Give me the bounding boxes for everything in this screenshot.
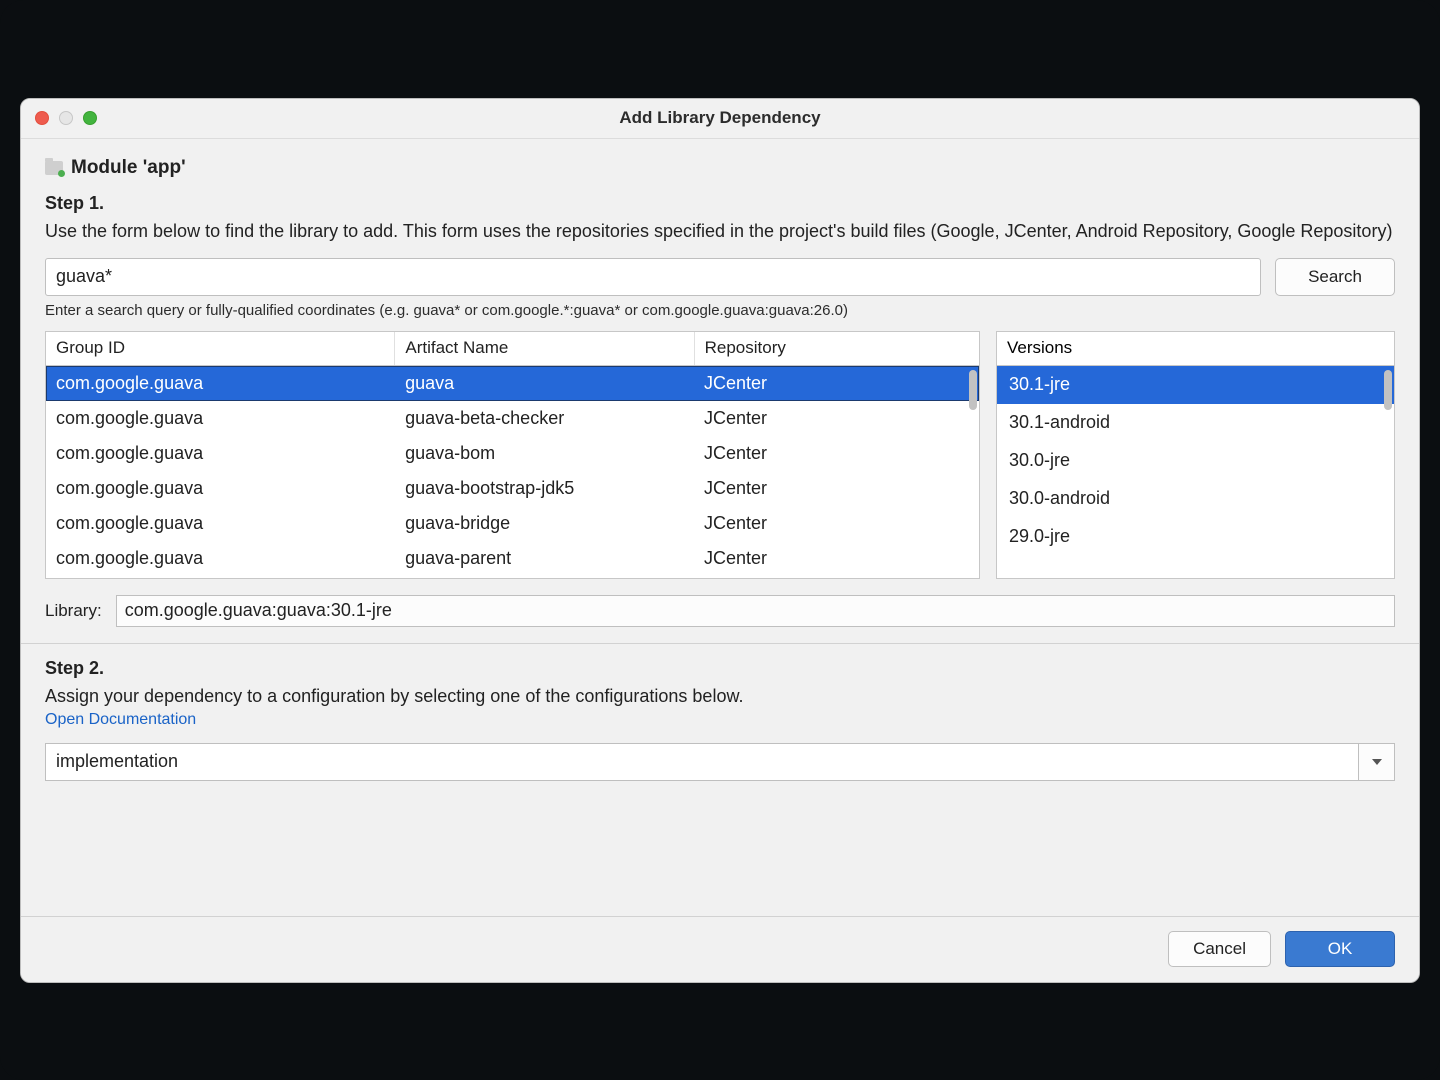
table-row[interactable]: com.google.guavaguava-bomJCenter <box>46 436 979 471</box>
library-input[interactable] <box>116 595 1395 627</box>
cell-repo: JCenter <box>694 436 979 471</box>
versions-scrollbar-thumb[interactable] <box>1384 370 1392 410</box>
cell-group: com.google.guava <box>46 401 395 436</box>
cell-group: com.google.guava <box>46 366 395 401</box>
step1-heading: Step 1. <box>45 193 1395 214</box>
library-row: Library: <box>45 595 1395 627</box>
version-row[interactable]: 30.0-jre <box>997 442 1394 480</box>
step2-description: Assign your dependency to a configuratio… <box>45 683 1395 709</box>
add-library-dialog: Add Library Dependency Module 'app' Step… <box>20 98 1420 983</box>
configuration-select[interactable]: implementation <box>45 743 1359 781</box>
library-label: Library: <box>45 601 102 621</box>
configuration-dropdown-button[interactable] <box>1359 743 1395 781</box>
search-input[interactable] <box>45 258 1261 296</box>
cell-repo: JCenter <box>694 471 979 506</box>
cell-artifact: guava-parent <box>395 541 694 576</box>
cell-artifact: guava-bridge <box>395 506 694 541</box>
col-group-id[interactable]: Group ID <box>46 332 395 365</box>
ok-button[interactable]: OK <box>1285 931 1395 967</box>
configuration-row: implementation <box>45 743 1395 781</box>
app-frame: Add Library Dependency Module 'app' Step… <box>0 0 1440 1080</box>
module-label: Module 'app' <box>71 157 186 179</box>
version-row[interactable]: 30.1-jre <box>997 366 1394 404</box>
results-scrollbar-thumb[interactable] <box>969 370 977 410</box>
version-row[interactable]: 30.1-android <box>997 404 1394 442</box>
version-row[interactable]: 29.0-jre <box>997 518 1394 556</box>
table-row[interactable]: com.google.guavaguava-parentJCenter <box>46 541 979 576</box>
results-header: Group ID Artifact Name Repository <box>46 332 979 366</box>
version-row[interactable]: 30.0-android <box>997 480 1394 518</box>
versions-table: Versions 30.1-jre30.1-android30.0-jre30.… <box>996 331 1395 579</box>
table-row[interactable]: com.google.guavaguavaJCenter <box>46 366 979 401</box>
module-header: Module 'app' <box>45 157 1395 179</box>
cell-artifact: guava-beta-checker <box>395 401 694 436</box>
table-row[interactable]: com.google.guavaguava-bootstrap-jdk5JCen… <box>46 471 979 506</box>
cell-group: com.google.guava <box>46 506 395 541</box>
search-row: Search <box>45 258 1395 296</box>
col-repository[interactable]: Repository <box>695 332 979 365</box>
cell-repo: JCenter <box>694 401 979 436</box>
cell-artifact: guava-bootstrap-jdk5 <box>395 471 694 506</box>
col-versions[interactable]: Versions <box>997 332 1394 366</box>
dialog-footer: Cancel OK <box>21 916 1419 982</box>
cancel-button[interactable]: Cancel <box>1168 931 1271 967</box>
search-button[interactable]: Search <box>1275 258 1395 296</box>
cell-repo: JCenter <box>694 506 979 541</box>
results-body: com.google.guavaguavaJCentercom.google.g… <box>46 366 979 578</box>
cell-group: com.google.guava <box>46 471 395 506</box>
step1-description: Use the form below to find the library t… <box>45 218 1395 244</box>
zoom-icon[interactable] <box>83 111 97 125</box>
cell-artifact: guava <box>395 366 694 401</box>
chevron-down-icon <box>1372 759 1382 765</box>
results-area: Group ID Artifact Name Repository com.go… <box>45 331 1395 579</box>
cell-repo: JCenter <box>694 541 979 576</box>
search-hint: Enter a search query or fully-qualified … <box>45 302 1395 319</box>
titlebar: Add Library Dependency <box>21 99 1419 139</box>
module-folder-icon <box>45 161 63 175</box>
close-icon[interactable] <box>35 111 49 125</box>
dialog-content: Module 'app' Step 1. Use the form below … <box>21 139 1419 916</box>
open-documentation-link[interactable]: Open Documentation <box>45 711 1395 729</box>
results-table: Group ID Artifact Name Repository com.go… <box>45 331 980 579</box>
table-row[interactable]: com.google.guavaguava-beta-checkerJCente… <box>46 401 979 436</box>
table-row[interactable]: com.google.guavaguava-bridgeJCenter <box>46 506 979 541</box>
window-controls <box>35 111 97 125</box>
window-title: Add Library Dependency <box>21 108 1419 128</box>
cell-artifact: guava-bom <box>395 436 694 471</box>
col-artifact-name[interactable]: Artifact Name <box>395 332 694 365</box>
step2-heading: Step 2. <box>45 658 1395 679</box>
cell-group: com.google.guava <box>46 436 395 471</box>
minimize-icon[interactable] <box>59 111 73 125</box>
cell-group: com.google.guava <box>46 541 395 576</box>
cell-repo: JCenter <box>694 366 979 401</box>
section-divider <box>21 643 1419 644</box>
versions-body: 30.1-jre30.1-android30.0-jre30.0-android… <box>997 366 1394 578</box>
